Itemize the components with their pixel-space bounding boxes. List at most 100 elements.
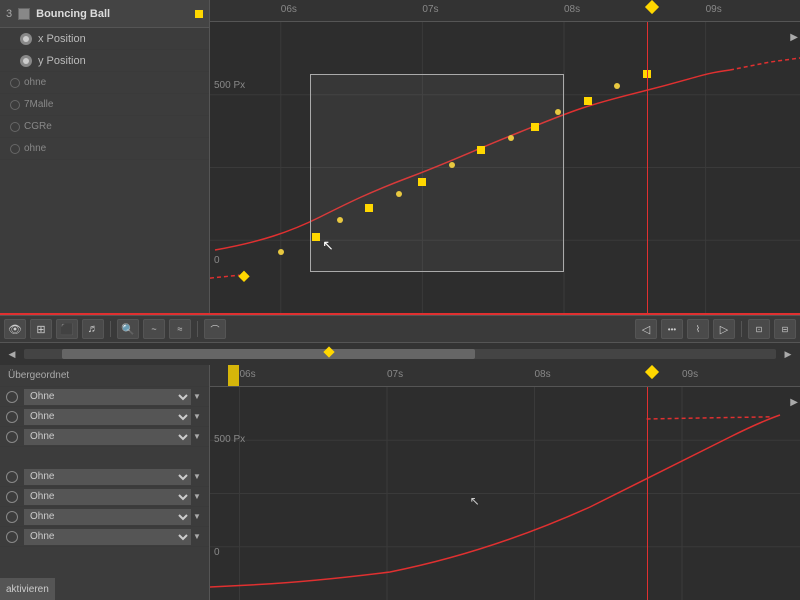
toolbar-dot3-btn[interactable]: ⊟ <box>774 319 796 339</box>
row-label-2: 7Malle <box>10 99 53 110</box>
nav-scrollbar[interactable] <box>24 349 776 359</box>
graph-canvas-top[interactable]: 500 Px 0 ↖ ▶ <box>210 22 800 313</box>
dropdown-row-7[interactable]: Ohne ▼ <box>0 527 209 547</box>
dropdown-1[interactable]: Ohne <box>24 389 191 405</box>
toolbar-grid-btn[interactable]: ⊞ <box>30 319 52 339</box>
layer-number: 3 <box>6 8 12 20</box>
playhead-line-top <box>647 22 648 313</box>
tick-08s-bot: 08s <box>535 369 551 380</box>
dropdown-arrow-3: ▼ <box>193 432 203 442</box>
toolbar-arrow-r-btn[interactable]: ▷ <box>713 319 735 339</box>
dropdown-icon-5 <box>6 491 18 503</box>
playhead-line-bottom <box>647 387 648 600</box>
dropdown-row-1[interactable]: Ohne ▼ <box>0 387 209 407</box>
bottom-header: Übergeordnet <box>0 365 209 387</box>
row-label-3: CGRe <box>10 121 52 132</box>
toolbar-select-btn[interactable]: ⬛ <box>56 319 78 339</box>
property-name-x: x Position <box>38 33 86 45</box>
dropdown-5[interactable]: Ohne <box>24 489 191 505</box>
toolbar-zoom-btn[interactable]: 🔍 <box>117 319 139 339</box>
property-name-y: y Position <box>38 55 86 67</box>
dropdown-icon-6 <box>6 511 18 523</box>
tangent-3 <box>396 191 402 197</box>
toolbar-arrow-l-btn[interactable]: ◁ <box>635 319 657 339</box>
empty-row-1: ohne <box>0 72 209 94</box>
keyframe-4[interactable] <box>418 178 426 186</box>
graph-area-bottom: 06s 07s 08s 09s <box>210 365 800 600</box>
row-text-1: ohne <box>24 77 46 88</box>
dropdown-6[interactable]: Ohne <box>24 509 191 525</box>
dropdown-row-2[interactable]: Ohne ▼ <box>0 407 209 427</box>
dropdown-2[interactable]: Ohne <box>24 409 191 425</box>
nav-prev-btn[interactable]: ◀ <box>4 346 20 362</box>
toolbar-curve2-btn[interactable]: ≈ <box>169 319 191 339</box>
dropdown-3[interactable]: Ohne <box>24 429 191 445</box>
keyframe-5[interactable] <box>477 146 485 154</box>
row-dot-4 <box>10 144 20 154</box>
cursor-indicator: ↖ <box>322 237 330 247</box>
left-panel-top: 3 Bouncing Ball x Position y Position <box>0 0 210 313</box>
tick-07s-bot: 07s <box>387 369 403 380</box>
toolbar-bezier-btn[interactable]: ⌒ <box>204 319 226 339</box>
empty-rows-top: ohne 7Malle CGRe ohne <box>0 72 209 313</box>
toolbar-wave-btn[interactable]: ⌇ <box>687 319 709 339</box>
row-text-3: CGRe <box>24 121 52 132</box>
property-row-y[interactable]: y Position <box>0 50 209 72</box>
dropdown-icon-1 <box>6 391 18 403</box>
aktivieren-label: aktivieren <box>0 578 55 600</box>
dropdown-arrow-7: ▼ <box>193 532 203 542</box>
property-row-x[interactable]: x Position <box>0 28 209 50</box>
keyframe-3[interactable] <box>365 204 373 212</box>
grid-svg-bottom <box>210 387 800 600</box>
row-dot-3 <box>10 122 20 132</box>
dropdown-row-4[interactable]: Ohne ▼ <box>0 467 209 487</box>
y-label-500-bottom: 500 Px <box>214 434 245 445</box>
dropdown-row-5[interactable]: Ohne ▼ <box>0 487 209 507</box>
toolbar-dot2-btn[interactable]: ⊡ <box>748 319 770 339</box>
dropdown-icon-4 <box>6 471 18 483</box>
dropdown-4[interactable]: Ohne <box>24 469 191 485</box>
timeline-playhead-marker-bottom <box>645 365 659 379</box>
scroll-right-top[interactable]: ▶ <box>790 32 798 43</box>
toolbar-sep-3 <box>741 321 742 337</box>
toolbar-headphone-btn[interactable]: ♬ <box>82 319 104 339</box>
scroll-right-bottom[interactable]: ▶ <box>790 397 798 408</box>
keyframe-7[interactable] <box>584 97 592 105</box>
timeline-header-top: 06s 07s 08s 09s <box>210 0 800 22</box>
tangent-5 <box>508 135 514 141</box>
toolbar-eye-btn[interactable]: 👁 <box>4 319 26 339</box>
dropdown-icon-2 <box>6 411 18 423</box>
nav-scroll-thumb[interactable] <box>62 349 476 359</box>
dropdown-arrow-4: ▼ <box>193 472 203 482</box>
empty-row-3: CGRe <box>0 116 209 138</box>
toolbar-dot1-btn[interactable]: ••• <box>661 319 683 339</box>
dropdown-row-6[interactable]: Ohne ▼ <box>0 507 209 527</box>
dropdown-arrow-1: ▼ <box>193 392 203 402</box>
dropdown-arrow-5: ▼ <box>193 492 203 502</box>
tick-07s-top: 07s <box>422 4 438 15</box>
layer-name: Bouncing Ball <box>36 8 110 20</box>
cursor-bottom: ↖ <box>470 494 480 508</box>
toolbar-curve1-btn[interactable]: ~ <box>143 319 165 339</box>
layer-header[interactable]: 3 Bouncing Ball <box>0 0 209 28</box>
toolbar-sep-1 <box>110 321 111 337</box>
dropdown-row-3[interactable]: Ohne ▼ <box>0 427 209 447</box>
row-dot-2 <box>10 100 20 110</box>
toolbar-section: 👁 ⊞ ⬛ ♬ 🔍 ~ ≈ ⌒ ◁ ••• ⌇ ▷ ⊡ ⊟ aktivieren <box>0 315 800 343</box>
row-text-2: 7Malle <box>24 99 53 110</box>
tangent-7 <box>614 83 620 89</box>
keyframe-6[interactable] <box>531 123 539 131</box>
layer-dots <box>195 10 203 18</box>
keyframe-dot-1 <box>195 10 203 18</box>
tangent-6 <box>555 109 561 115</box>
top-section: 3 Bouncing Ball x Position y Position <box>0 0 800 315</box>
layer-color-box <box>18 8 30 20</box>
dropdown-7[interactable]: Ohne <box>24 529 191 545</box>
empty-row-2: 7Malle <box>0 94 209 116</box>
nav-next-btn[interactable]: ▶ <box>780 346 796 362</box>
dropdown-arrow-2: ▼ <box>193 412 203 422</box>
graph-canvas-bottom[interactable]: 500 Px 0 ▶ ↖ <box>210 387 800 600</box>
y-label-0-top: 0 <box>214 255 220 266</box>
tangent-2 <box>337 217 343 223</box>
keyframe-2[interactable] <box>312 233 320 241</box>
